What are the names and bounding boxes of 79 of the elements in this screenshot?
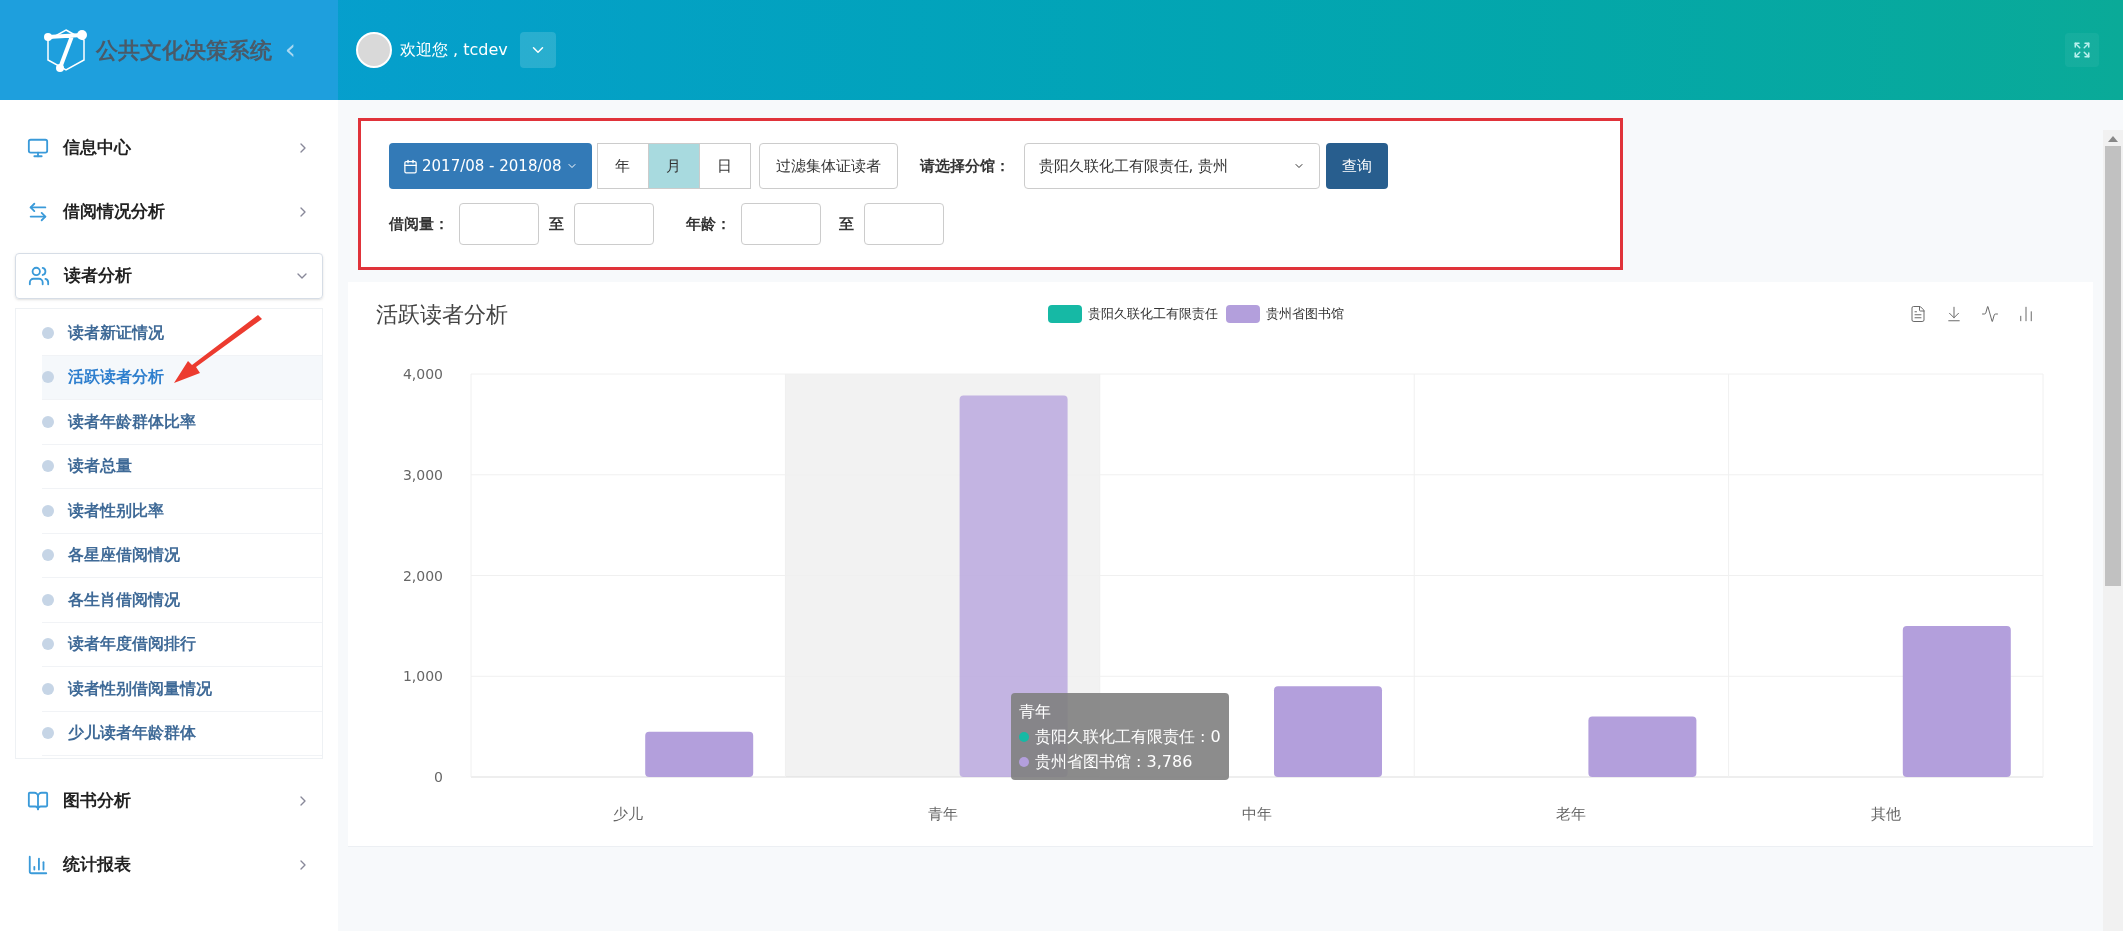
bullet-icon: [42, 638, 54, 651]
input-field[interactable]: [459, 203, 539, 245]
bullet-icon: [42, 682, 54, 695]
line-chart-icon[interactable]: [1981, 305, 1999, 323]
bar[interactable]: [1902, 625, 2011, 777]
submenu-item[interactable]: 各生肖借阅情况: [42, 578, 322, 623]
menu-icon: [27, 201, 49, 223]
tooltip-row-text: 贵州省图书馆 : 3,786: [1035, 751, 1193, 773]
bullet-icon: [42, 593, 54, 606]
submenu-item[interactable]: 读者年度借阅排行: [42, 622, 322, 667]
range-separator: 至: [839, 213, 854, 235]
menu-icon: [27, 137, 49, 159]
bullet-icon: [42, 371, 54, 384]
submenu-item[interactable]: 读者性别借阅量情况: [42, 667, 322, 712]
bar[interactable]: [1274, 686, 1382, 777]
scroll-up-icon[interactable]: [2108, 136, 2118, 142]
branch-select[interactable]: 贵阳久联化工有限责任, 贵州: [1023, 143, 1320, 189]
bullet-icon: [42, 415, 54, 428]
menu-icon: [28, 265, 50, 287]
menu-icon: [27, 854, 49, 876]
granularity-tab[interactable]: 年: [596, 143, 649, 189]
submenu-item[interactable]: 读者性别比率: [42, 489, 322, 534]
x-tick-label: 中年: [1242, 805, 1272, 823]
y-tick-label: 2,000: [402, 567, 443, 584]
y-tick-label: 4,000: [402, 366, 443, 382]
data-view-icon[interactable]: [1909, 305, 1927, 323]
bullet-icon: [42, 460, 54, 473]
user-avatar: [356, 32, 392, 68]
sidebar-item[interactable]: 统计报表: [15, 842, 323, 888]
branch-label: 请选择分馆：: [919, 155, 1010, 177]
submenu-item[interactable]: 各星座借阅情况: [42, 533, 322, 578]
input-field[interactable]: [574, 203, 654, 245]
x-tick-label: 其他: [1870, 805, 1901, 823]
x-tick-label: 老年: [1556, 805, 1587, 823]
legend-label[interactable]: 贵阳久联化工有限责任: [1088, 304, 1218, 324]
granularity-tab[interactable]: 日: [698, 143, 751, 189]
scrollbar[interactable]: [2103, 130, 2123, 931]
granularity-tab[interactable]: 月: [647, 143, 700, 189]
user-menu-button[interactable]: [519, 32, 556, 68]
logo-icon: [42, 26, 90, 74]
tooltip-row-text: 贵阳久联化工有限责任 : 0: [1035, 726, 1221, 748]
filter-button[interactable]: 过滤集体证读者: [758, 143, 898, 189]
fullscreen-button[interactable]: [2065, 33, 2099, 67]
query-button[interactable]: 查询: [1325, 143, 1388, 189]
legend-label[interactable]: 贵州省图书馆: [1266, 304, 1344, 324]
borrow-label: 借阅量：: [389, 213, 449, 235]
x-tick-label: 青年: [927, 805, 958, 823]
chart-title: 活跃读者分析: [376, 300, 508, 329]
fullscreen-icon: [2073, 41, 2091, 59]
submenu-item[interactable]: 少儿读者年龄群体: [42, 711, 322, 756]
bar[interactable]: [1588, 716, 1697, 777]
bullet-icon: [42, 549, 54, 562]
bar[interactable]: [645, 731, 754, 777]
age-label: 年龄：: [686, 213, 731, 235]
range-separator: 至: [549, 213, 564, 235]
sidebar-item[interactable]: 图书分析: [15, 778, 323, 824]
y-tick-label: 3,000: [402, 466, 443, 483]
download-icon[interactable]: [1945, 305, 1963, 323]
bullet-icon: [42, 504, 54, 517]
calendar-icon: [403, 158, 418, 174]
sidebar-item[interactable]: 借阅情况分析: [15, 189, 323, 235]
submenu-item[interactable]: 读者总量: [42, 444, 322, 489]
welcome-text: 欢迎您 , tcdev: [400, 39, 508, 61]
bar-chart-icon[interactable]: [2017, 305, 2035, 323]
submenu-item[interactable]: 读者年龄群体比率: [42, 400, 322, 445]
sidebar-item[interactable]: 信息中心: [15, 125, 323, 171]
bullet-icon: [42, 727, 54, 740]
bullet-icon: [42, 326, 54, 339]
app-title: 公共文化决策系统: [96, 36, 272, 65]
y-tick-label: 1,000: [402, 668, 443, 685]
menu-icon: [27, 790, 49, 812]
tooltip-title: 青年: [1019, 701, 1052, 723]
input-field[interactable]: [741, 203, 821, 245]
x-tick-label: 少儿: [613, 805, 644, 823]
input-field[interactable]: [864, 203, 944, 245]
submenu-item[interactable]: 活跃读者分析: [42, 355, 322, 400]
sidebar-item[interactable]: 读者分析: [15, 253, 323, 299]
date-range-button[interactable]: 2017/08 - 2018/08: [389, 143, 592, 189]
y-tick-label: 0: [434, 769, 443, 785]
